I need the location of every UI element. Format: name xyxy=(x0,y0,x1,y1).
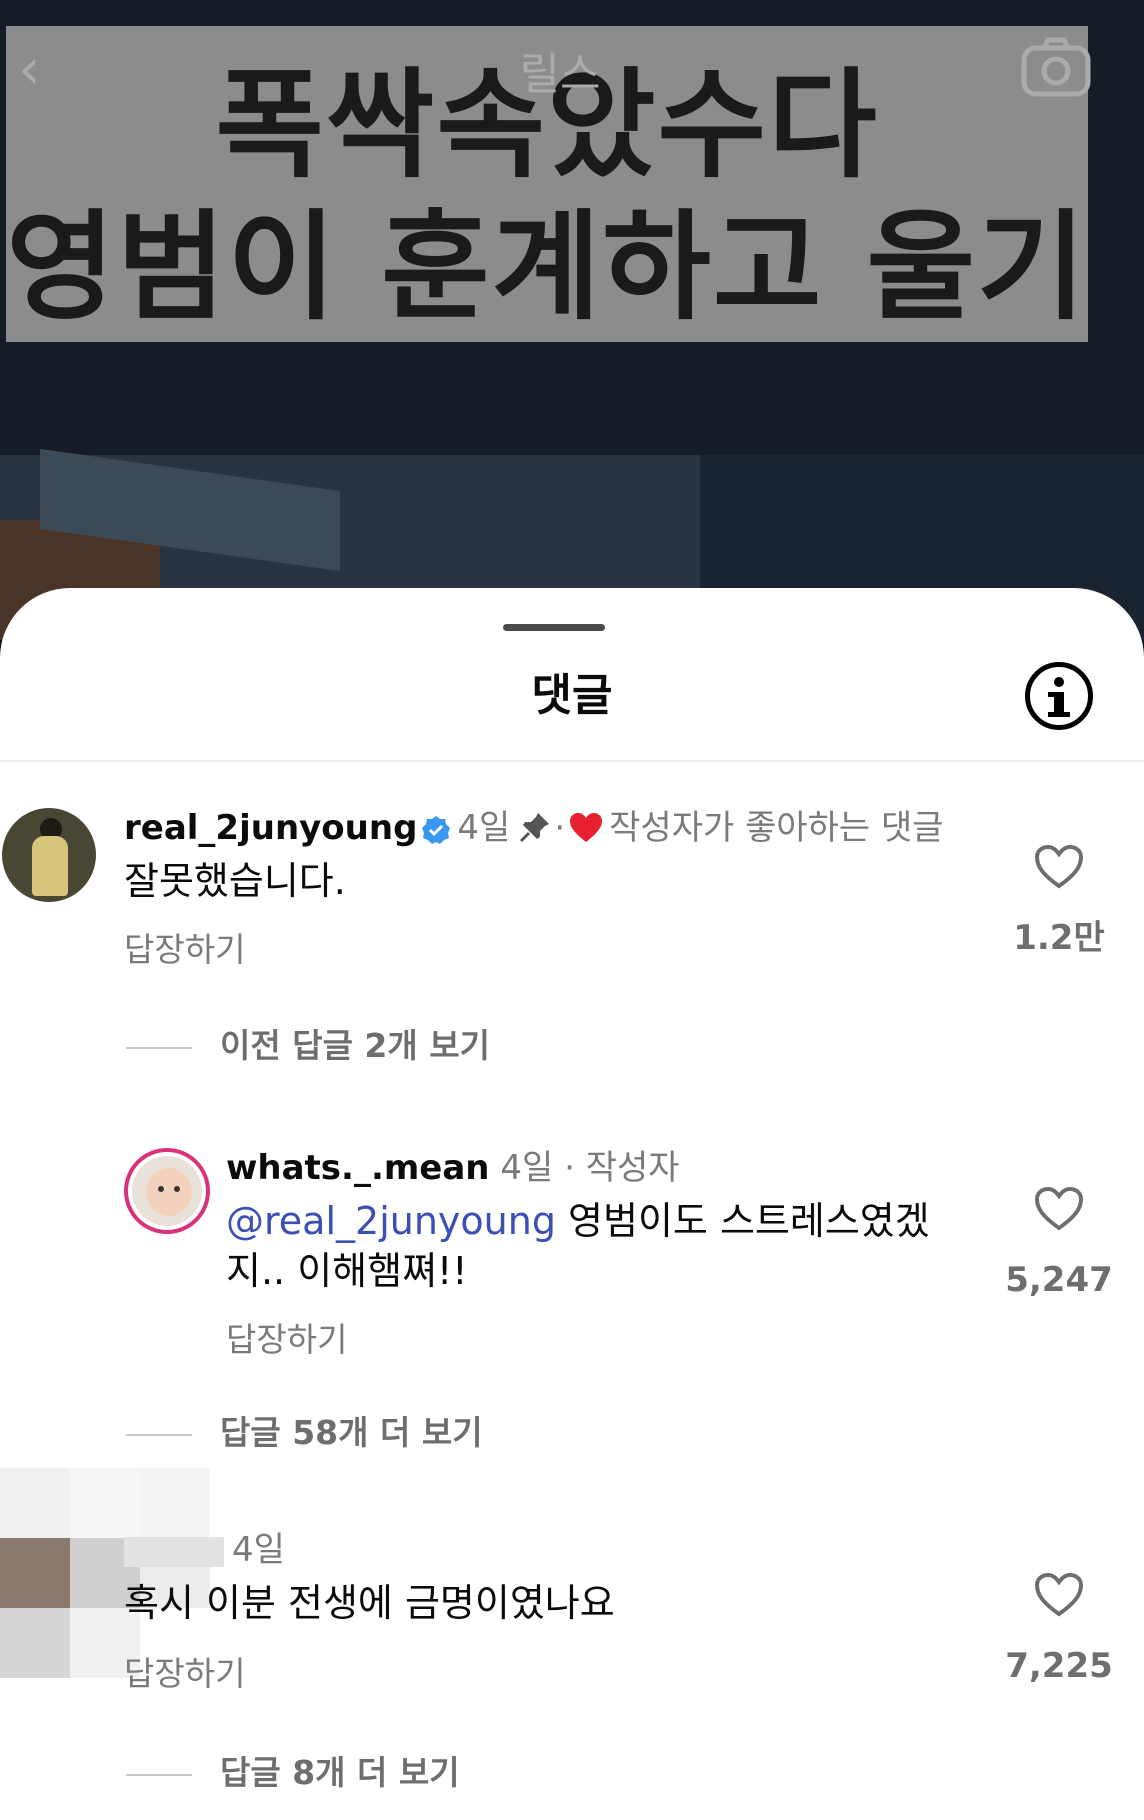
comment-time: 4일 xyxy=(457,808,511,848)
view-more-replies[interactable]: 답글 58개 더 보기 xyxy=(220,1411,483,1455)
comment-username[interactable]: whats._.mean xyxy=(226,1148,490,1188)
heart-outline-icon[interactable] xyxy=(1034,844,1084,890)
header-divider xyxy=(0,760,1144,762)
comment-header: real_2junyoung 4일 · 작성자가 좋아하는 댓글 xyxy=(124,806,944,850)
avatar[interactable] xyxy=(2,808,96,902)
comment-text: @real_2junyoung 영범이도 스트레스였겠 지.. 이해햄쪄!! xyxy=(226,1196,986,1296)
thread-line xyxy=(126,1047,192,1049)
author-badge: 작성자 xyxy=(585,1148,680,1188)
like-count: 1.2만 xyxy=(1013,918,1105,958)
creator-liked-label: 작성자가 좋아하는 댓글 xyxy=(609,808,944,848)
heart-outline-icon[interactable] xyxy=(1034,1572,1084,1618)
comment-header: whats._.mean 4일 · 작성자 xyxy=(226,1146,680,1190)
info-icon[interactable] xyxy=(1025,662,1093,730)
reply-button[interactable]: 답장하기 xyxy=(226,1318,347,1362)
sheet-grabber[interactable] xyxy=(503,624,605,631)
pin-icon xyxy=(518,810,552,844)
back-icon[interactable]: ‹ xyxy=(18,40,62,100)
comment-header: 4일 xyxy=(124,1528,285,1572)
reply-button[interactable]: 답장하기 xyxy=(124,1652,245,1696)
like-count: 5,247 xyxy=(1005,1260,1113,1300)
camera-icon[interactable] xyxy=(1020,34,1092,100)
verified-badge-icon xyxy=(421,812,451,844)
reel-caption-line-2: 영범이 훈계하고 울기 xyxy=(6,198,1088,336)
reel-title: 릴스 xyxy=(519,49,601,100)
mention-link[interactable]: @real_2junyoung xyxy=(226,1199,556,1243)
heart-filled-icon xyxy=(569,811,603,843)
thread-line xyxy=(126,1434,192,1436)
comment-username[interactable]: real_2junyoung xyxy=(124,808,417,848)
thread-line xyxy=(126,1774,192,1776)
avatar[interactable] xyxy=(124,1148,210,1234)
avatar-blurred[interactable] xyxy=(0,1468,240,1678)
comment-text-line2: 지.. 이해햄쪄!! xyxy=(226,1249,468,1293)
comment-text-part: 영범이도 스트레스였겠 xyxy=(555,1199,930,1243)
meta-separator: · xyxy=(564,1148,575,1188)
comment-time: 4일 xyxy=(500,1148,554,1188)
sheet-title: 댓글 xyxy=(531,670,613,721)
like-count: 7,225 xyxy=(1005,1646,1113,1686)
heart-outline-icon[interactable] xyxy=(1034,1186,1084,1232)
view-previous-replies[interactable]: 이전 답글 2개 보기 xyxy=(220,1024,490,1068)
view-more-replies[interactable]: 답글 8개 더 보기 xyxy=(220,1751,460,1795)
comment-text: 잘못했습니다. xyxy=(124,859,346,903)
comment-time: 4일 xyxy=(232,1530,285,1570)
reel-video: 폭싹속았수다 영범이 훈계하고 울기 ‹ 릴스 xyxy=(0,0,1144,640)
reply-button[interactable]: 답장하기 xyxy=(124,928,245,972)
comment-text: 혹시 이분 전생에 금명이였나요 xyxy=(124,1581,615,1625)
meta-separator: · xyxy=(554,808,566,848)
blurred-username xyxy=(124,1536,224,1567)
comments-sheet: 댓글 real_2junyoung 4일 · 작성자가 좋아하는 댓글 잘못했습니다.… xyxy=(0,588,1144,1820)
